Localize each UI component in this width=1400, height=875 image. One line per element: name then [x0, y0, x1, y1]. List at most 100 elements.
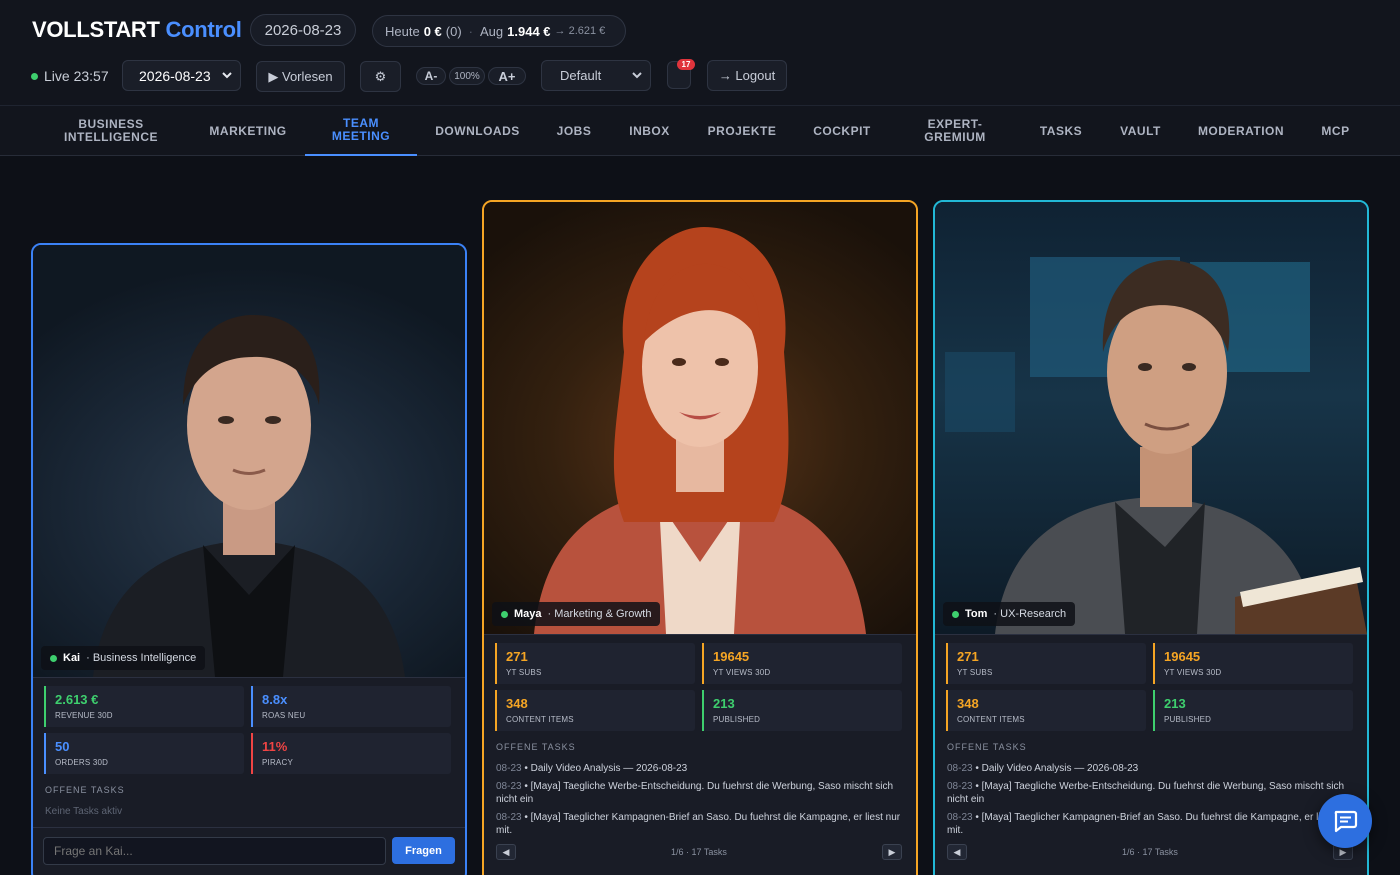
tab-marketing[interactable]: MARKETING	[200, 106, 296, 156]
main-navigation: BUSINESS INTELLIGENCE MARKETING TEAM MEE…	[0, 105, 1400, 156]
task-date: 08-23	[496, 763, 522, 774]
notification-count-badge: 17	[677, 59, 695, 70]
live-clock: Live 23:57	[31, 68, 109, 84]
divider	[33, 827, 465, 828]
stat-value: 271	[506, 649, 528, 664]
task-text: • Daily Video Analysis — 2026-08-23	[524, 763, 688, 774]
stat-revenue: 2.613 € REVENUE 30D	[44, 686, 244, 727]
date-select[interactable]: 2026-08-23	[122, 60, 241, 91]
tab-label: MCP	[1321, 123, 1350, 138]
ask-button-label: Fragen	[405, 844, 442, 857]
maya-name-chip: Maya · Marketing & Growth	[492, 602, 661, 626]
tab-cockpit[interactable]: COCKPIT	[805, 106, 879, 156]
task-item[interactable]: 08-23 • [Maya] Taeglicher Kampagnen-Brie…	[947, 811, 1357, 837]
logout-button[interactable]: → Logout	[707, 60, 787, 91]
agent-name: Tom	[965, 608, 988, 620]
tab-downloads[interactable]: DOWNLOADS	[430, 106, 525, 156]
task-date: 08-23	[947, 763, 973, 774]
task-item[interactable]: 08-23 • [Maya] Taeglicher Kampagnen-Brie…	[496, 811, 906, 837]
tab-label: BUSINESS INTELLIGENCE	[63, 117, 158, 144]
stat-label: YT SUBS	[957, 668, 993, 677]
stat-value: 19645	[713, 649, 750, 664]
team-card-kai: Kai · Business Intelligence 2.613 € REVE…	[31, 243, 467, 875]
stat-label: REVENUE 30D	[55, 711, 113, 720]
maya-portrait	[484, 202, 916, 634]
stat-label: PUBLISHED	[713, 715, 761, 724]
stat-value: 213	[1164, 696, 1186, 711]
tab-mcp[interactable]: MCP	[1312, 106, 1359, 156]
tab-label: VAULT	[1120, 123, 1161, 138]
chevron-right-icon: ▶	[888, 846, 896, 857]
task-item[interactable]: 08-23 • [Maya] Taegliche Werbe-Entscheid…	[947, 780, 1357, 806]
online-status-dot	[952, 610, 959, 618]
chevron-right-icon: ▶	[1339, 846, 1347, 857]
app-header: VOLLSTART Control 2026-08-23 Heute 0 € (…	[0, 0, 1400, 105]
pill-separator: ·	[468, 23, 474, 39]
tab-label: DOWNLOADS	[435, 123, 520, 138]
live-status-dot	[31, 72, 38, 80]
tab-moderation[interactable]: MODERATION	[1192, 106, 1290, 156]
tab-projekte[interactable]: PROJEKTE	[698, 106, 786, 156]
zoom-level-value: 100%	[454, 70, 480, 82]
stat-label: ROAS NEU	[262, 711, 306, 720]
team-card-tom: Tom · UX-Research 271 YT SUBS 19645 YT V…	[933, 200, 1369, 875]
theme-select[interactable]: Default	[541, 60, 651, 91]
prev-page-button[interactable]: ◀	[496, 844, 516, 860]
agent-name: Kai	[63, 652, 81, 664]
stat-value: 348	[506, 696, 528, 711]
ask-button[interactable]: Fragen	[392, 837, 455, 864]
agent-name: Maya	[514, 608, 542, 620]
stat-value: 11%	[262, 739, 288, 754]
tab-business-intelligence[interactable]: BUSINESS INTELLIGENCE	[53, 106, 169, 156]
person-portrait-image	[534, 227, 866, 634]
tab-label: MARKETING	[209, 123, 287, 138]
ask-kai-input[interactable]	[43, 837, 386, 865]
stat-value: 8.8x	[262, 692, 288, 707]
task-text: • [Maya] Taeglicher Kampagnen-Brief an S…	[496, 812, 901, 836]
stat-value: 19645	[1164, 649, 1201, 664]
task-item[interactable]: 08-23 • Daily Video Analysis — 2026-08-2…	[947, 762, 1357, 775]
chat-bubble-icon	[1334, 810, 1358, 833]
stat-yt-subs: 271 YT SUBS	[495, 643, 695, 684]
read-aloud-button[interactable]: ▶ Vorlesen	[256, 61, 345, 92]
task-date: 08-23	[947, 781, 973, 792]
task-item[interactable]: 08-23 • Daily Video Analysis — 2026-08-2…	[496, 762, 906, 775]
task-item[interactable]: 08-23 • [Maya] Taegliche Werbe-Entscheid…	[496, 780, 906, 806]
online-status-dot	[501, 610, 508, 618]
chat-open-button[interactable]	[1318, 794, 1372, 848]
stat-label: YT VIEWS 30D	[1164, 668, 1222, 677]
font-increase-button[interactable]: A+	[488, 67, 526, 85]
read-aloud-label: ▶ Vorlesen	[268, 68, 333, 84]
empty-tasks-text: Keine Tasks aktiv	[45, 806, 123, 817]
divider	[484, 634, 916, 635]
tab-team-meeting[interactable]: TEAM MEETING	[305, 106, 417, 156]
prev-page-button[interactable]: ◀	[947, 844, 967, 860]
stat-roas: 8.8x ROAS NEU	[251, 686, 451, 727]
task-date: 08-23	[947, 812, 973, 823]
stat-yt-views: 19645 YT VIEWS 30D	[1153, 643, 1353, 684]
task-date: 08-23	[496, 781, 522, 792]
stat-label: ORDERS 30D	[55, 758, 109, 767]
tab-label: PROJEKTE	[707, 123, 777, 138]
brand-logo[interactable]: VOLLSTART Control	[32, 17, 242, 43]
tab-vault[interactable]: VAULT	[1112, 106, 1169, 156]
next-page-button[interactable]: ▶	[882, 844, 902, 860]
stat-value: 2.613 €	[55, 692, 99, 707]
today-label: Heute	[385, 23, 420, 39]
theme-select-value: Default	[560, 68, 602, 83]
stat-value: 50	[55, 739, 70, 754]
tab-jobs[interactable]: JOBS	[545, 106, 603, 156]
open-tasks-heading: OFFENE TASKS	[45, 785, 125, 795]
tab-label: TASKS	[1039, 123, 1083, 138]
settings-button[interactable]: ⚙	[360, 61, 401, 92]
revenue-summary-pill: Heute 0 € (0) · Aug 1.944 € → 2.621 €	[372, 15, 626, 47]
divider	[33, 677, 465, 678]
font-decrease-button[interactable]: A-	[416, 67, 446, 85]
stat-content-items: 348 CONTENT ITEMS	[495, 690, 695, 731]
tab-inbox[interactable]: INBOX	[618, 106, 681, 156]
tab-label: EXPERT-GREMIUM	[924, 117, 986, 144]
tab-label: TEAM MEETING	[331, 116, 391, 143]
tab-expert-gremium[interactable]: EXPERT-GREMIUM	[912, 106, 998, 156]
tab-tasks[interactable]: TASKS	[1030, 106, 1092, 156]
stat-yt-subs: 271 YT SUBS	[946, 643, 1146, 684]
